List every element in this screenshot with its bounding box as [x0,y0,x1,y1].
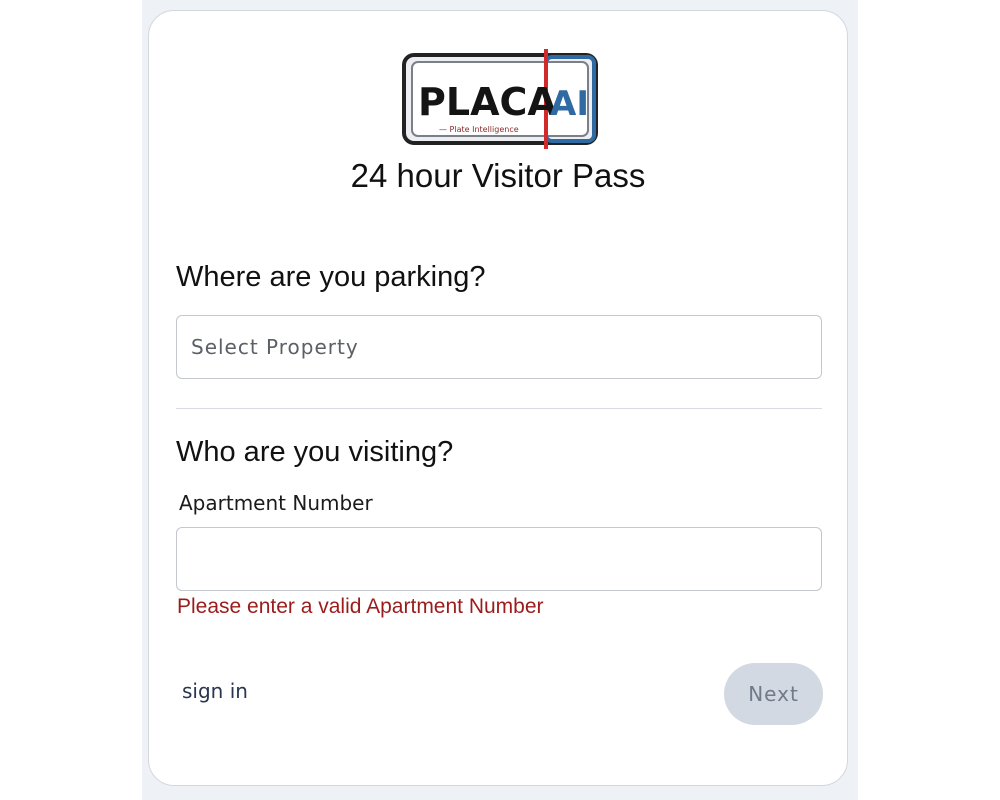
visiting-heading: Who are you visiting? [176,436,454,468]
sign-in-link[interactable]: sign in [182,679,248,703]
logo-brand-left: PLACA [418,80,557,124]
page-title: 24 hour Visitor Pass [350,157,646,194]
logo-tagline: — Plate Intelligence [439,125,519,134]
logo-brand-right: AI [550,84,589,124]
apartment-number-label: Apartment Number [179,491,373,515]
next-button[interactable]: Next [724,663,823,725]
apartment-number-input[interactable] [176,527,822,591]
property-select-value: Select Property [191,335,359,359]
apartment-error-message: Please enter a valid Apartment Number [177,595,544,618]
section-divider [176,408,822,409]
visitor-pass-card: PLACA AI — Plate Intelligence 24 hour Vi… [148,10,848,786]
parking-heading: Where are you parking? [176,261,486,293]
property-select[interactable]: Select Property [176,315,822,379]
placa-ai-logo: PLACA AI — Plate Intelligence [401,49,599,149]
